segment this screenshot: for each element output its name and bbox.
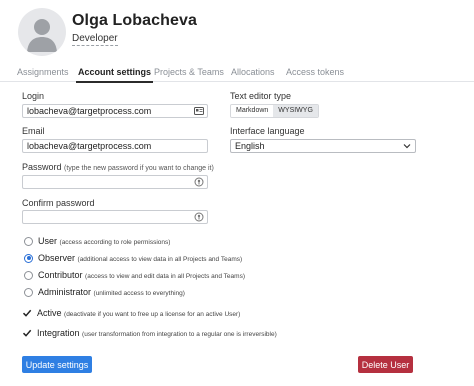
tab-bar: Assignments Account settings Projects & … bbox=[0, 64, 474, 83]
login-label: Login bbox=[22, 91, 45, 101]
role-user-text: User (access according to role permissio… bbox=[38, 236, 170, 246]
radio-contributor[interactable] bbox=[24, 270, 33, 280]
role-user-desc: (access according to role permissions) bbox=[59, 239, 171, 246]
login-value: lobacheva@targetprocess.com bbox=[27, 106, 152, 116]
flag-integration-text: Integration (user transformation from in… bbox=[37, 328, 277, 338]
flag-integration[interactable]: Integration (user transformation from in… bbox=[22, 327, 277, 339]
email-label: Email bbox=[22, 126, 45, 136]
role-contributor-desc: (access to view and edit data in all Pro… bbox=[85, 273, 245, 280]
tab-assignments[interactable]: Assignments bbox=[17, 67, 69, 77]
flag-active-name: Active bbox=[37, 308, 62, 318]
password-hint: (type the new password if you want to ch… bbox=[64, 165, 214, 172]
user-role[interactable]: Developer bbox=[72, 33, 118, 46]
role-option-contributor[interactable]: Contributor (access to view and edit dat… bbox=[24, 269, 245, 281]
password-label: Password (type the new password if you w… bbox=[22, 162, 214, 172]
radio-user[interactable] bbox=[24, 236, 33, 246]
role-observer-desc: (additional access to view data in all P… bbox=[77, 256, 243, 263]
role-option-user[interactable]: User (access according to role permissio… bbox=[24, 235, 170, 247]
editor-option-markdown[interactable]: Markdown bbox=[231, 105, 274, 117]
tab-projects-teams[interactable]: Projects & Teams bbox=[154, 67, 224, 77]
contact-card-icon[interactable] bbox=[194, 106, 204, 116]
chevron-down-icon bbox=[403, 144, 411, 149]
role-observer-text: Observer (additional access to view data… bbox=[38, 253, 242, 263]
flag-active-text: Active (deactivate if you want to free u… bbox=[37, 308, 240, 318]
delete-user-button[interactable]: Delete User bbox=[358, 356, 413, 373]
flag-active[interactable]: Active (deactivate if you want to free u… bbox=[22, 307, 240, 319]
radio-observer[interactable] bbox=[24, 253, 33, 263]
update-settings-button[interactable]: Update settings bbox=[22, 356, 92, 373]
user-silhouette-icon bbox=[27, 19, 57, 52]
role-contributor-name: Contributor bbox=[38, 270, 83, 280]
role-administrator-name: Administrator bbox=[38, 287, 92, 297]
password-reveal-icon[interactable] bbox=[194, 212, 204, 222]
confirm-password-label: Confirm password bbox=[22, 198, 95, 208]
role-option-administrator[interactable]: Administrator (unlimited access to every… bbox=[24, 286, 185, 298]
confirm-password-field[interactable] bbox=[22, 210, 208, 224]
password-label-text: Password bbox=[22, 162, 62, 172]
role-option-observer[interactable]: Observer (additional access to view data… bbox=[24, 252, 242, 264]
interface-language-select[interactable]: English bbox=[230, 139, 416, 153]
editor-option-wysiwyg[interactable]: WYSIWYG bbox=[273, 105, 318, 117]
checkmark-icon[interactable] bbox=[22, 308, 32, 318]
role-observer-name: Observer bbox=[38, 253, 76, 263]
role-contributor-text: Contributor (access to view and edit dat… bbox=[38, 270, 245, 280]
tab-account-settings[interactable]: Account settings bbox=[75, 67, 154, 83]
email-value: lobacheva@targetprocess.com bbox=[27, 141, 152, 151]
user-name: Olga Lobacheva bbox=[72, 12, 197, 29]
role-user-name: User bbox=[38, 236, 58, 246]
text-editor-toggle: Markdown WYSIWYG bbox=[230, 104, 319, 118]
email-field[interactable]: lobacheva@targetprocess.com bbox=[22, 139, 208, 153]
flag-active-desc: (deactivate if you want to free up a lic… bbox=[64, 311, 241, 318]
flag-integration-desc: (user transformation from integration to… bbox=[82, 331, 277, 338]
role-administrator-desc: (unlimited access to everything) bbox=[93, 290, 185, 297]
role-administrator-text: Administrator (unlimited access to every… bbox=[38, 287, 185, 297]
login-field[interactable]: lobacheva@targetprocess.com bbox=[22, 104, 208, 118]
password-field[interactable] bbox=[22, 175, 208, 189]
tab-access-tokens[interactable]: Access tokens bbox=[286, 67, 344, 77]
avatar[interactable] bbox=[18, 8, 66, 56]
flag-integration-name: Integration bbox=[37, 328, 80, 338]
tab-allocations[interactable]: Allocations bbox=[231, 67, 275, 77]
language-value: English bbox=[235, 141, 265, 151]
text-editor-type-label: Text editor type bbox=[230, 91, 292, 101]
password-reveal-icon[interactable] bbox=[194, 177, 204, 187]
checkmark-icon[interactable] bbox=[22, 328, 32, 338]
radio-administrator[interactable] bbox=[24, 287, 33, 297]
interface-language-label: Interface language bbox=[230, 126, 305, 136]
